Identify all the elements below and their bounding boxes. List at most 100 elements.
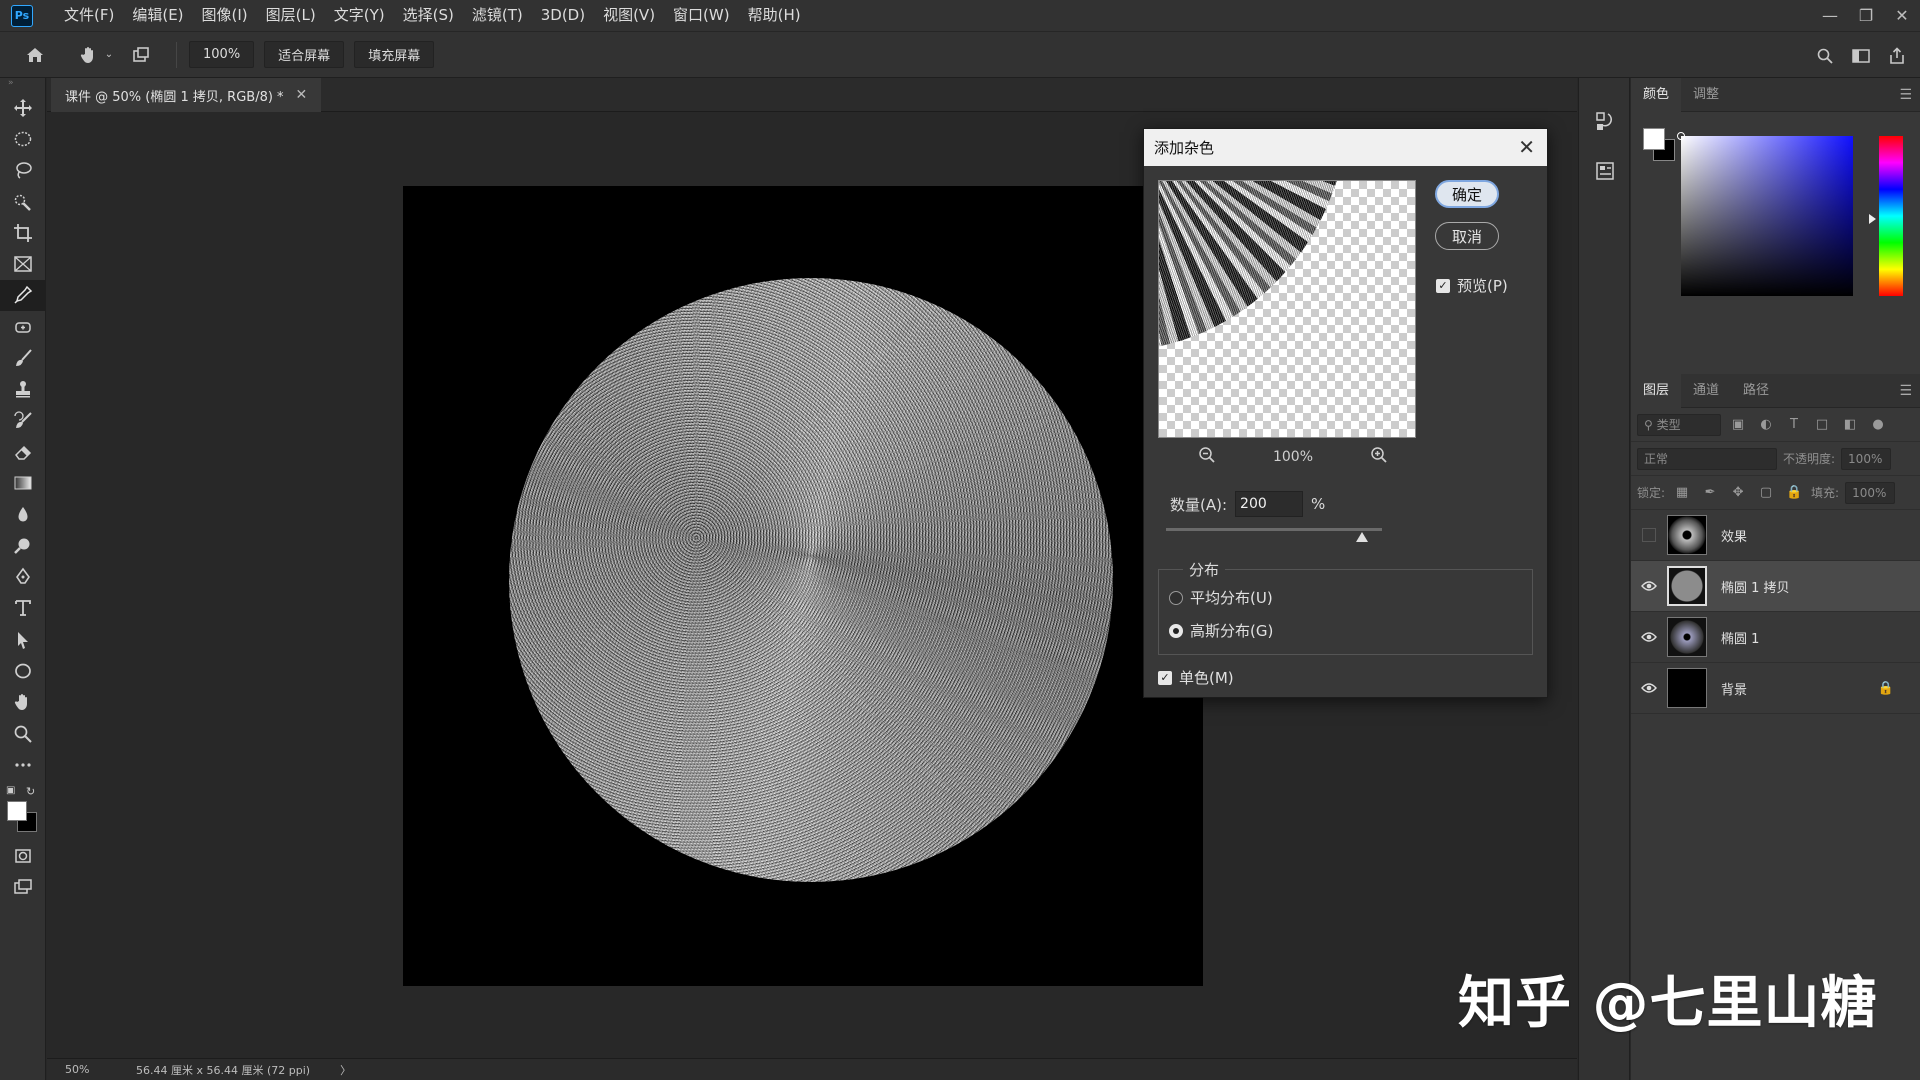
default-colors-icon[interactable]: ▣ <box>6 785 15 796</box>
filter-toggle-icon[interactable]: ● <box>1867 417 1889 432</box>
type-tool-icon[interactable] <box>0 593 46 624</box>
frame-tool-icon[interactable] <box>0 248 46 279</box>
lock-transparent-icon[interactable]: ▦ <box>1671 485 1693 500</box>
gaussian-radio-row[interactable]: 高斯分布(G) <box>1169 620 1273 641</box>
layer-filter-field[interactable]: ⚲ 类型 <box>1637 413 1721 436</box>
eyedropper-tool-icon[interactable] <box>0 279 46 312</box>
close-icon[interactable]: ✕ <box>1518 135 1535 159</box>
color-picker-cursor[interactable] <box>1677 132 1685 140</box>
gaussian-radio[interactable] <box>1169 623 1183 638</box>
history-brush-tool-icon[interactable] <box>0 405 46 436</box>
zoom-tool-icon[interactable] <box>0 718 46 749</box>
eye-icon[interactable] <box>1631 682 1667 694</box>
tab-channels[interactable]: 通道 <box>1681 374 1731 408</box>
panel-grip-icon[interactable]: » <box>0 78 45 92</box>
move-tool-icon[interactable] <box>0 92 46 123</box>
amount-input[interactable]: 200 <box>1235 491 1304 517</box>
menu-window[interactable]: 窗口(W) <box>664 0 739 31</box>
quick-selection-tool-icon[interactable] <box>0 186 46 217</box>
screen-mode-icon[interactable] <box>0 872 46 903</box>
lock-artboard-icon[interactable]: ▢ <box>1755 485 1777 500</box>
quick-mask-icon[interactable] <box>0 841 46 872</box>
lock-icon[interactable]: 🔒 <box>1878 681 1894 696</box>
lock-image-icon[interactable]: ✒ <box>1699 485 1721 500</box>
lasso-tool-icon[interactable] <box>0 155 46 186</box>
menu-view[interactable]: 视图(V) <box>594 0 664 31</box>
eye-icon[interactable] <box>1631 580 1667 592</box>
monochrome-checkbox[interactable]: ✓ <box>1158 670 1172 685</box>
crop-tool-icon[interactable] <box>0 217 46 248</box>
amount-slider[interactable] <box>1166 528 1382 542</box>
workspace-icon[interactable] <box>1848 43 1874 69</box>
status-zoom[interactable]: 50% <box>47 1063 111 1076</box>
hand-tool-icon[interactable] <box>76 42 102 68</box>
dodge-tool-icon[interactable] <box>0 530 46 561</box>
search-icon[interactable] <box>1812 43 1838 69</box>
eraser-tool-icon[interactable] <box>0 436 46 467</box>
menu-type[interactable]: 文字(Y) <box>325 0 394 31</box>
more-tools-icon[interactable] <box>0 749 46 780</box>
menu-select[interactable]: 选择(S) <box>394 0 463 31</box>
path-selection-tool-icon[interactable] <box>0 624 46 655</box>
menu-help[interactable]: 帮助(H) <box>739 0 810 31</box>
shape-filter-icon[interactable]: □ <box>1811 417 1833 432</box>
slider-thumb[interactable] <box>1356 532 1368 542</box>
tab-adjustments[interactable]: 调整 <box>1681 78 1731 112</box>
ok-button[interactable]: 确定 <box>1435 180 1499 208</box>
cancel-button[interactable]: 取消 <box>1435 222 1499 250</box>
adjustment-filter-icon[interactable]: ◐ <box>1755 417 1777 432</box>
clone-stamp-tool-icon[interactable] <box>0 374 46 405</box>
gradient-tool-icon[interactable] <box>0 468 46 499</box>
foreground-color-swatch[interactable] <box>1643 128 1665 150</box>
preview-checkbox-row[interactable]: ✓ 预览(P) <box>1436 275 1508 296</box>
ellipse-tool-icon[interactable] <box>0 655 46 686</box>
scroll-all-windows-icon[interactable] <box>128 42 154 68</box>
uniform-radio[interactable] <box>1169 590 1183 605</box>
eye-icon[interactable] <box>1631 631 1667 643</box>
close-window-icon[interactable]: ✕ <box>1884 0 1920 31</box>
layer-row[interactable]: 效果 <box>1631 510 1920 561</box>
home-icon[interactable] <box>22 42 48 68</box>
layer-row[interactable]: 背景 🔒 <box>1631 663 1920 714</box>
fill-screen-button[interactable]: 填充屏幕 <box>354 41 435 68</box>
blend-mode-select[interactable]: 正常 <box>1637 447 1777 470</box>
blur-tool-icon[interactable] <box>0 499 46 530</box>
layer-row[interactable]: 椭圆 1 拷贝 <box>1631 561 1920 612</box>
pixel-filter-icon[interactable]: ▣ <box>1727 417 1749 432</box>
healing-brush-tool-icon[interactable] <box>0 311 46 342</box>
type-filter-icon[interactable]: T <box>1783 417 1805 432</box>
layer-row[interactable]: 椭圆 1 <box>1631 612 1920 663</box>
brush-tool-icon[interactable] <box>0 342 46 373</box>
close-icon[interactable]: ✕ <box>296 87 308 103</box>
hue-slider[interactable] <box>1879 136 1903 296</box>
filter-preview[interactable] <box>1158 180 1416 438</box>
share-icon[interactable] <box>1884 43 1910 69</box>
restore-icon[interactable]: ❐ <box>1848 0 1884 31</box>
menu-layer[interactable]: 图层(L) <box>257 0 325 31</box>
panel-menu-icon[interactable]: ☰ <box>1899 383 1912 399</box>
document-tab[interactable]: 课件 @ 50% (椭圆 1 拷贝, RGB/8) * ✕ <box>51 78 322 112</box>
chevron-down-icon[interactable]: ⌄ <box>102 42 116 68</box>
dialog-titlebar[interactable]: 添加杂色 ✕ <box>1144 129 1547 166</box>
hand-tool-icon[interactable] <box>0 687 46 718</box>
zoom-in-icon[interactable] <box>1370 446 1388 468</box>
color-picker-field[interactable] <box>1677 132 1853 296</box>
minimize-icon[interactable]: — <box>1812 0 1848 31</box>
tab-paths[interactable]: 路径 <box>1731 374 1781 408</box>
opacity-field[interactable]: 100% <box>1841 447 1892 470</box>
menu-edit[interactable]: 编辑(E) <box>123 0 192 31</box>
fit-screen-button[interactable]: 适合屏幕 <box>264 41 345 68</box>
swap-colors-icon[interactable]: ↻ <box>26 785 35 798</box>
monochrome-checkbox-row[interactable]: ✓ 单色(M) <box>1158 667 1234 688</box>
smart-object-filter-icon[interactable]: ◧ <box>1839 417 1861 432</box>
zoom-field[interactable]: 100% <box>189 41 255 68</box>
history-panel-icon[interactable] <box>1579 96 1631 146</box>
tab-layers[interactable]: 图层 <box>1631 373 1682 408</box>
marquee-tool-icon[interactable] <box>0 123 46 154</box>
menu-image[interactable]: 图像(I) <box>193 0 257 31</box>
fill-field[interactable]: 100% <box>1845 481 1896 504</box>
lock-all-icon[interactable]: 🔒 <box>1783 485 1805 500</box>
panel-menu-icon[interactable]: ☰ <box>1899 87 1912 103</box>
menu-3d[interactable]: 3D(D) <box>532 0 594 31</box>
canvas[interactable] <box>403 186 1203 986</box>
